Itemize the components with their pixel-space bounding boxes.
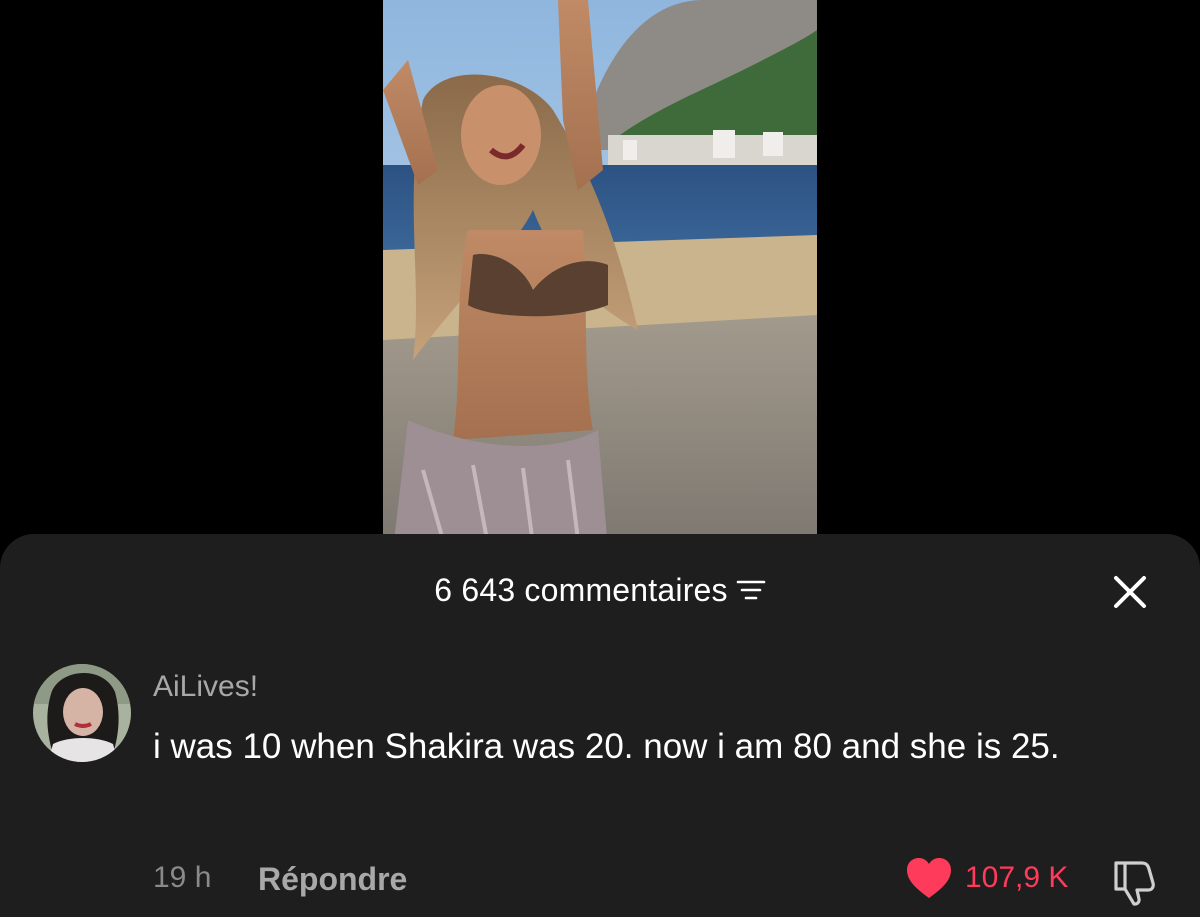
like-button[interactable]: 107,9 K: [905, 856, 1068, 900]
video-frame-image: [383, 0, 817, 550]
comment-meta-row: 19 h Répondre 107,9 K: [0, 856, 1200, 906]
reply-button[interactable]: Répondre: [258, 861, 407, 898]
close-x-icon[interactable]: [1110, 572, 1150, 612]
sort-lines-icon[interactable]: [736, 577, 766, 603]
heart-icon[interactable]: [905, 856, 953, 900]
comments-sheet: 6 643 commentaires AiLives! i was 10 whe…: [0, 534, 1200, 917]
like-count: 107,9 K: [965, 861, 1069, 894]
comment-timestamp: 19 h: [153, 861, 212, 894]
thumbs-down-icon[interactable]: [1108, 855, 1160, 907]
comment-text: i was 10 when Shakira was 20. now i am 8…: [153, 727, 1060, 766]
video-player[interactable]: [383, 0, 817, 550]
avatar[interactable]: [33, 664, 131, 762]
comment-count-label: 6 643 commentaires: [434, 571, 728, 608]
tiktok-screen: 6 643 commentaires AiLives! i was 10 whe…: [0, 0, 1200, 917]
comments-header: 6 643 commentaires: [0, 570, 1200, 610]
comment-username[interactable]: AiLives!: [153, 670, 258, 704]
